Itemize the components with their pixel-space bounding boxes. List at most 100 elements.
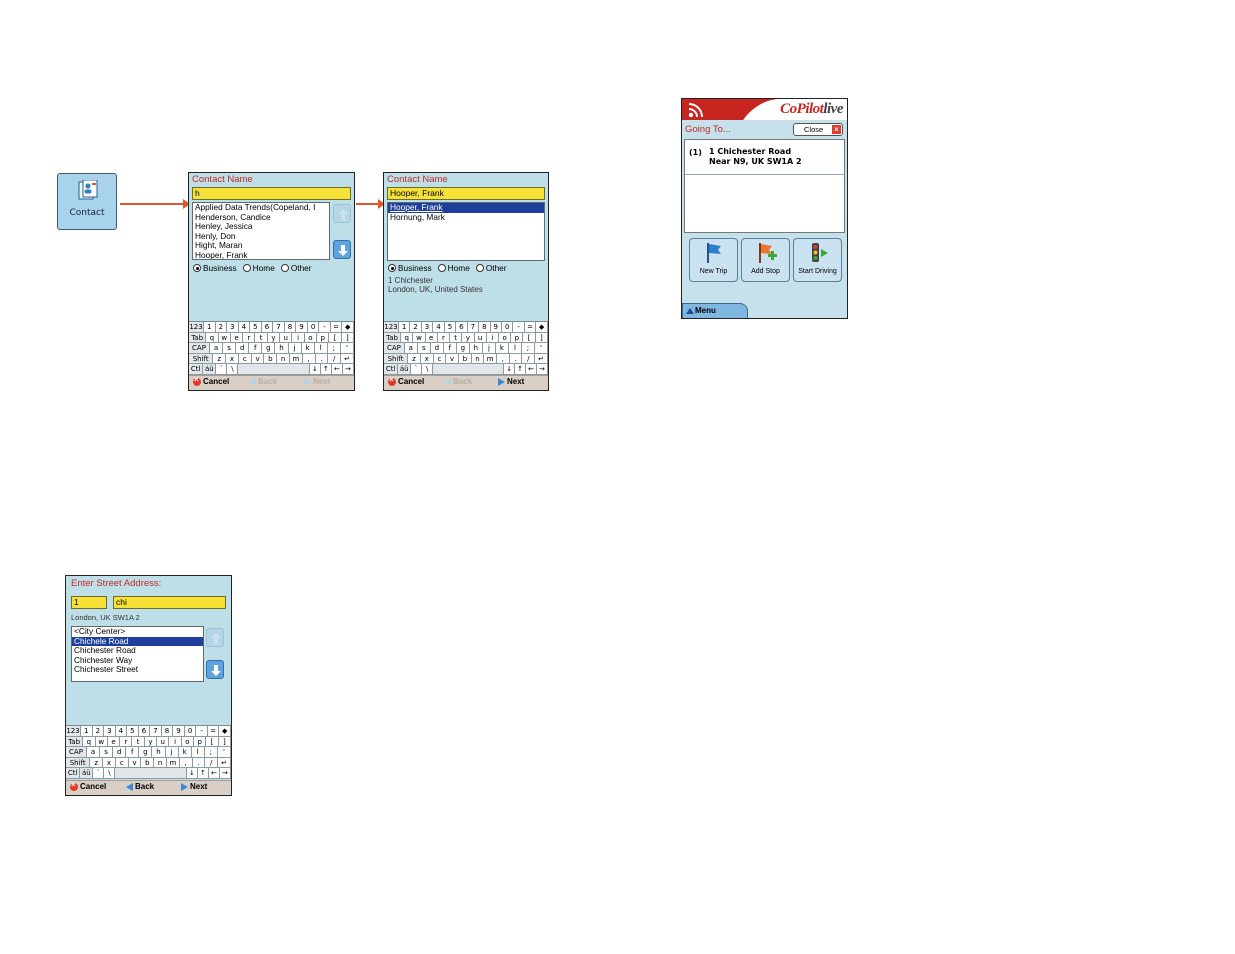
keyboard-key[interactable]: Shift (384, 353, 409, 365)
keyboard-key[interactable]: = (330, 322, 343, 333)
keyboard-key[interactable]: w (218, 332, 231, 344)
key-space[interactable] (238, 364, 310, 375)
keyboard-key[interactable]: e (230, 332, 244, 344)
contact-results-list[interactable]: Applied Data Trends(Copeland, I Henderson… (192, 202, 330, 260)
keyboard-key[interactable]: x (103, 757, 116, 769)
back-button[interactable]: Back (249, 377, 277, 386)
keyboard-key[interactable]: ↵ (341, 353, 354, 365)
keyboard-key[interactable]: ' (534, 343, 548, 354)
keyboard-key[interactable]: t (255, 332, 268, 344)
keyboard-key[interactable]: ` (411, 364, 423, 375)
keyboard-key[interactable]: ↓ (504, 364, 516, 375)
cancel-button[interactable]: Cancel (193, 375, 229, 386)
street-results-list[interactable]: <City Center> Chichele Road Chichester Roa… (71, 626, 204, 682)
keyboard-key[interactable]: ↑ (515, 364, 527, 375)
keyboard-key[interactable]: → (219, 768, 231, 779)
keyboard-key[interactable]: q (401, 332, 414, 344)
keyboard-key[interactable]: → (536, 364, 548, 375)
keyboard-key[interactable]: b (141, 757, 155, 769)
keyboard-key[interactable]: j (165, 747, 179, 758)
keyboard-key[interactable]: g (139, 747, 153, 758)
keyboard-key[interactable]: 4 (238, 322, 251, 333)
keyboard-key[interactable]: ' (340, 343, 354, 354)
next-button[interactable]: Next (498, 377, 524, 386)
keyboard-key[interactable]: c (238, 353, 252, 365)
key-space[interactable] (115, 768, 187, 779)
keyboard-key[interactable]: a (209, 343, 224, 354)
keyboard-key[interactable]: g (262, 343, 276, 354)
keyboard-key[interactable]: r (243, 332, 256, 344)
keyboard-key[interactable]: ← (208, 768, 220, 779)
keyboard-key[interactable]: b (264, 353, 278, 365)
keyboard-key[interactable]: x (226, 353, 239, 365)
list-item[interactable]: Hooper, Frank (193, 250, 329, 259)
keyboard-key[interactable]: ◆ (219, 726, 231, 737)
keyboard-key[interactable]: ↓ (309, 364, 321, 375)
keyboard-key[interactable]: ◆ (536, 322, 548, 333)
radio-business[interactable]: Business (388, 263, 432, 273)
keyboard-key[interactable]: 9 (490, 322, 502, 333)
keyboard-key[interactable]: c (115, 757, 129, 769)
keyboard-key[interactable]: , (302, 353, 316, 365)
keyboard-key[interactable]: 1 (204, 322, 216, 333)
keyboard-key[interactable]: / (522, 353, 536, 365)
keyboard-key[interactable]: p (317, 332, 330, 344)
keyboard-key[interactable]: i (292, 332, 305, 344)
keyboard-key[interactable]: v (446, 353, 459, 365)
keyboard-key[interactable]: 123 (66, 726, 81, 737)
keyboard-key[interactable]: n (471, 353, 485, 365)
keyboard-key[interactable]: 7 (467, 322, 480, 333)
keyboard-key[interactable]: Tab (189, 332, 207, 344)
next-button[interactable]: Next (181, 782, 207, 791)
keyboard-key[interactable]: = (524, 322, 537, 333)
keyboard-key[interactable]: j (288, 343, 302, 354)
keyboard-key[interactable]: v (251, 353, 265, 365)
keyboard-key[interactable]: , (179, 757, 193, 769)
keyboard-key[interactable]: s (100, 747, 114, 758)
house-number-input[interactable]: 1 (71, 596, 107, 609)
keyboard-key[interactable]: g (456, 343, 470, 354)
keyboard-key[interactable]: u (157, 736, 170, 748)
keyboard-key[interactable]: f (126, 747, 140, 758)
keyboard-key[interactable]: / (328, 353, 342, 365)
cancel-button[interactable]: Cancel (388, 375, 424, 386)
radio-home[interactable]: Home (437, 263, 470, 273)
keyboard-key[interactable]: y (267, 332, 281, 344)
keyboard-key[interactable]: CAP (66, 747, 87, 758)
keyboard-key[interactable]: CAP (189, 343, 210, 354)
keyboard-key[interactable]: Tab (66, 736, 84, 748)
keyboard-key[interactable]: r (120, 736, 133, 748)
keyboard-key[interactable]: m (166, 757, 180, 769)
keyboard-key[interactable]: áü (80, 768, 94, 779)
stop-entry[interactable]: 1 Chichester Road Near N9, UK SW1A 2 (709, 147, 802, 167)
keyboard-key[interactable]: s (417, 343, 431, 354)
keyboard-key[interactable]: ' (217, 747, 231, 758)
keyboard-key[interactable]: 0 (501, 322, 514, 333)
keyboard-key[interactable]: l (191, 747, 205, 758)
keyboard-key[interactable]: u (474, 332, 487, 344)
keyboard-key[interactable]: ↵ (535, 353, 548, 365)
keyboard-key[interactable]: ] (535, 332, 548, 344)
keyboard-key[interactable]: . (192, 757, 206, 769)
keyboard-key[interactable]: w (413, 332, 426, 344)
keyboard-key[interactable]: l (314, 343, 328, 354)
keyboard-key[interactable]: ; (204, 747, 218, 758)
keyboard-key[interactable]: ↑ (320, 364, 332, 375)
keyboard-key[interactable]: 2 (215, 322, 228, 333)
keyboard-key[interactable]: d (430, 343, 444, 354)
keyboard-key[interactable]: 4 (115, 726, 128, 737)
keyboard-key[interactable]: k (495, 343, 509, 354)
list-item[interactable]: Chichester Street (72, 665, 203, 675)
keyboard-key[interactable]: l (508, 343, 522, 354)
keyboard-key[interactable]: - (196, 726, 208, 737)
keyboard-key[interactable]: 7 (273, 322, 285, 333)
keyboard-key[interactable]: Ctl (189, 364, 204, 375)
keyboard-key[interactable]: ] (341, 332, 354, 344)
keyboard-key[interactable]: i (486, 332, 499, 344)
keyboard-key[interactable]: q (83, 736, 96, 748)
back-button[interactable]: Back (126, 782, 154, 791)
keyboard-key[interactable]: i (169, 736, 182, 748)
scroll-up-button[interactable] (333, 204, 351, 223)
street-name-input[interactable]: chi (113, 596, 226, 609)
keyboard-key[interactable]: x (420, 353, 434, 365)
